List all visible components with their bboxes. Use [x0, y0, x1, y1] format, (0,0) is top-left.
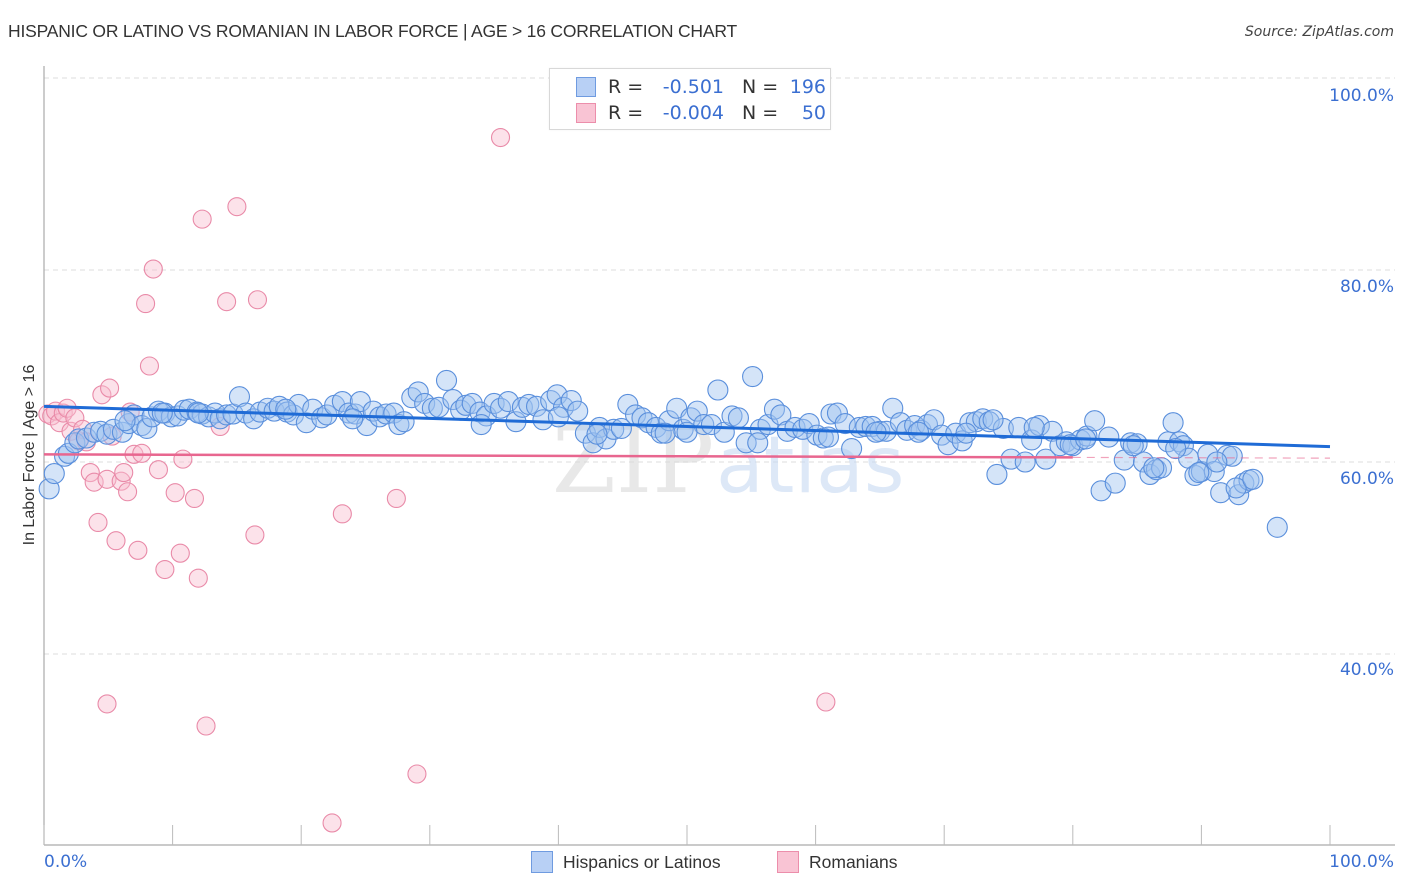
romanians-point: [136, 294, 156, 314]
hispanics-point: [1014, 451, 1036, 473]
romanians-point: [173, 449, 193, 469]
legend-swatch-romanians: [576, 103, 596, 123]
y-tick-label-80: 80.0%: [1339, 277, 1394, 297]
hispanics-point: [742, 366, 764, 388]
hispanics-point: [1162, 412, 1184, 434]
legend-swatch-hispanics: [531, 851, 553, 873]
romanians-trend-line: [43, 453, 1073, 459]
romanians-point: [188, 568, 208, 588]
romanians-point: [490, 127, 511, 148]
legend-row-romanians: R = -0.004 N = 50: [576, 101, 826, 125]
legend-item-hispanics[interactable]: Hispanics or Latinos: [531, 851, 721, 873]
legend-n-value: 50: [801, 102, 826, 124]
romanians-trend-line-extension: [1072, 456, 1331, 459]
y-tick-label-60: 60.0%: [1339, 469, 1394, 489]
hispanics-point: [986, 463, 1008, 486]
romanians-point: [165, 483, 185, 503]
hispanics-point: [1104, 472, 1126, 494]
romanians-point: [322, 813, 342, 833]
legend-n-value: 196: [789, 76, 826, 98]
hispanics-point: [586, 423, 608, 445]
hispanics-point: [43, 462, 65, 485]
romanians-point: [114, 463, 134, 483]
romanians-point: [245, 525, 265, 545]
romanians-point: [118, 482, 138, 502]
hispanics-point: [727, 407, 749, 429]
legend-n-label: N =: [742, 76, 779, 98]
romanians-point: [227, 197, 247, 217]
y-tick-label-100: 100.0%: [1329, 86, 1394, 106]
romanians-point: [332, 504, 352, 524]
hispanics-point: [1206, 451, 1228, 473]
legend-item-romanians[interactable]: Romanians: [777, 851, 898, 873]
hispanics-point: [470, 414, 492, 436]
hispanics-point: [1122, 435, 1144, 457]
hispanics-point: [151, 402, 173, 424]
romanians-point: [88, 512, 108, 533]
romanians-point: [106, 531, 126, 551]
legend-label-hispanics: Hispanics or Latinos: [563, 851, 721, 872]
legend-r-label: R =: [608, 102, 644, 124]
gridlines: [44, 77, 1395, 655]
legend-swatch-hispanics: [576, 77, 596, 97]
hispanics-point: [275, 398, 297, 420]
hispanics-point: [187, 402, 209, 424]
hispanics-point: [1084, 410, 1106, 432]
romanians-point: [192, 209, 212, 229]
hispanics-point: [1242, 468, 1264, 490]
hispanics-point: [1266, 516, 1288, 538]
legend-swatch-romanians: [777, 851, 799, 873]
hispanics-point: [1188, 462, 1210, 484]
romanians-point: [196, 716, 216, 736]
hispanics-point: [435, 369, 458, 391]
hispanics-point: [1098, 426, 1120, 448]
romanians-point: [184, 488, 205, 509]
romanians-point: [100, 378, 120, 398]
hispanics-point: [114, 410, 136, 432]
hispanics-point: [393, 411, 415, 433]
romanians-point: [816, 692, 836, 712]
y-axis-label: In Labor Force | Age > 16: [21, 364, 38, 546]
hispanics-point: [707, 379, 729, 401]
hispanics-point: [1143, 457, 1165, 479]
hispanics-point: [982, 409, 1004, 431]
romanians-point: [148, 460, 169, 480]
romanians-point: [139, 356, 160, 376]
romanians-point: [247, 290, 268, 310]
romanians-point: [217, 292, 237, 312]
series-legend: Hispanics or Latinos Romanians: [0, 851, 1406, 877]
hispanics-point: [955, 422, 977, 444]
legend-row-hispanics: R = -0.501 N = 196: [576, 75, 826, 99]
hispanics-point: [567, 400, 589, 422]
y-tick-label-40: 40.0%: [1339, 660, 1394, 680]
scatter-chart: ZIP atlas: [38, 66, 1395, 846]
correlation-legend: R = -0.501 N = 196 R = -0.004 N = 50: [549, 68, 831, 130]
romanians-point: [128, 540, 148, 560]
legend-r-label: R =: [608, 76, 644, 98]
legend-r-value: -0.004: [662, 102, 724, 124]
hispanics-point: [342, 408, 364, 430]
legend-n-label: N =: [742, 102, 779, 124]
romanians-point: [143, 259, 163, 279]
hispanics-point: [1023, 416, 1045, 438]
legend-label-romanians: Romanians: [809, 851, 898, 872]
romanians-point: [386, 488, 406, 509]
romanians-point: [407, 764, 427, 784]
romanians-point: [97, 694, 117, 714]
legend-r-value: -0.501: [662, 76, 724, 98]
hispanics-point: [747, 432, 769, 454]
romanians-point: [155, 559, 175, 580]
romanians-point: [170, 543, 190, 563]
